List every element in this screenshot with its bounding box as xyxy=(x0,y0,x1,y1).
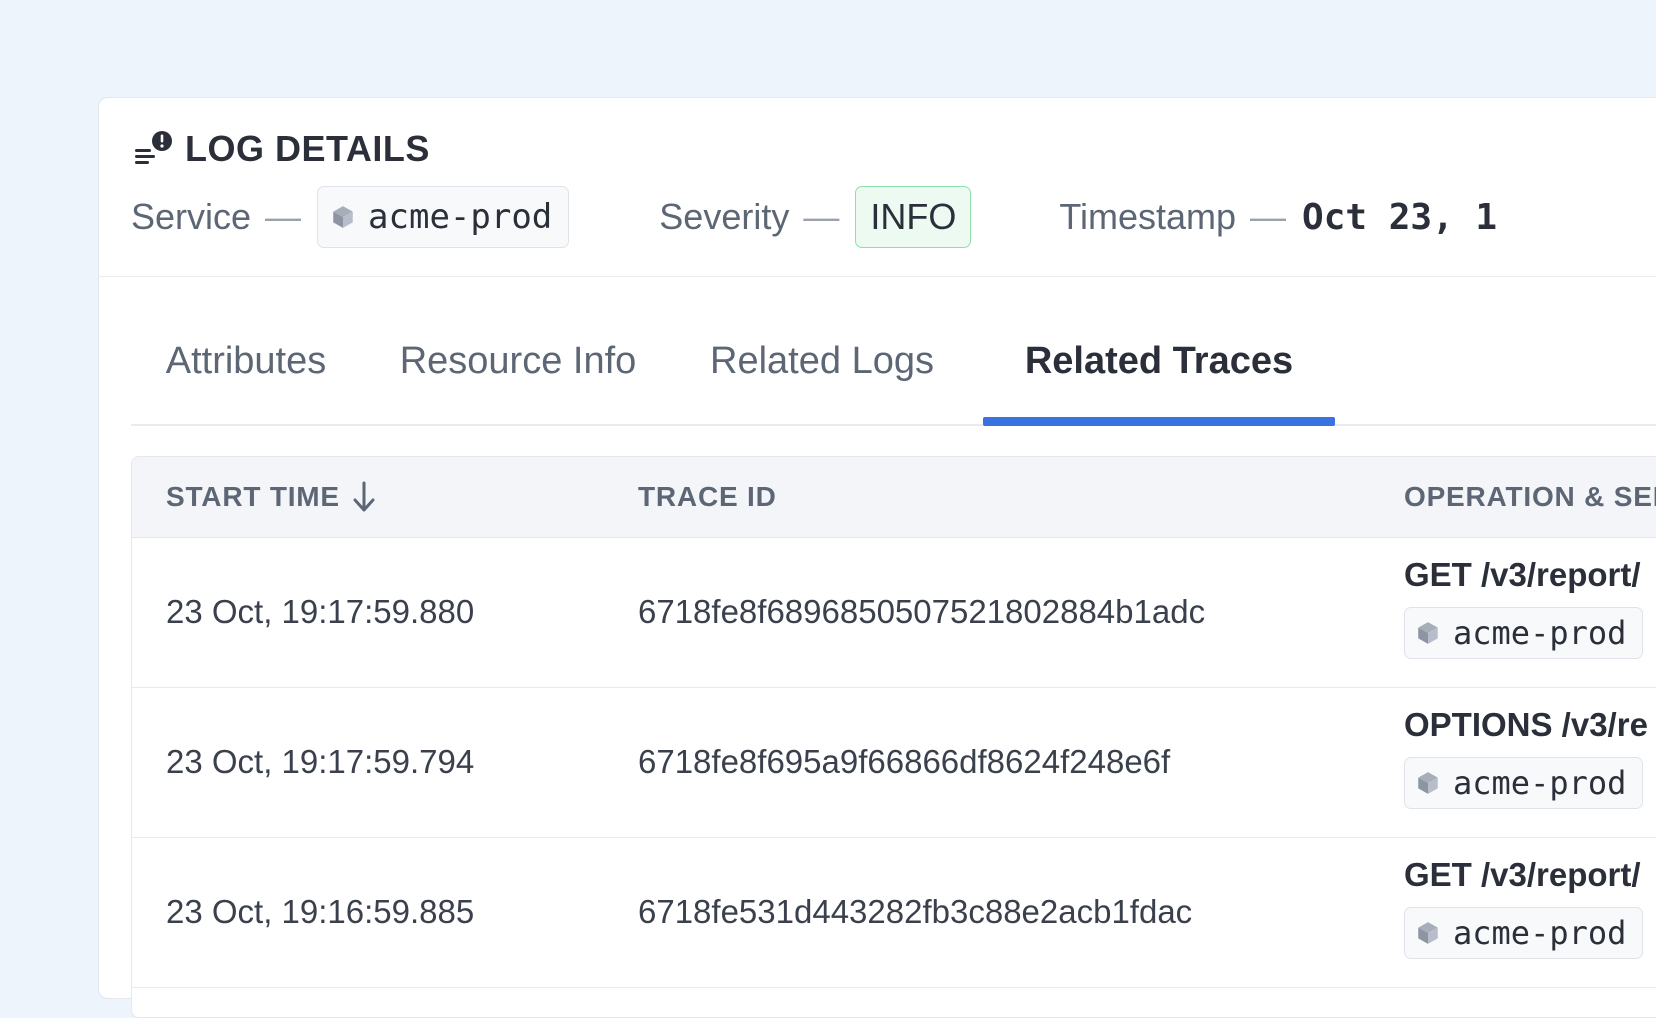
trace-id-cell[interactable]: 6718fe8f695a9f66866df8624f248e6f xyxy=(638,687,1170,837)
meta-row: Service — acme-prod Severity — INFO Time… xyxy=(131,186,1497,248)
operation-name: GET /v3/report/ xyxy=(1404,556,1641,593)
trace-id-cell[interactable]: 6718fe8f6896850507521802884b1adc xyxy=(638,537,1205,687)
severity-dash: — xyxy=(803,196,840,237)
service-chip[interactable]: acme-prod xyxy=(317,186,570,248)
severity-badge: INFO xyxy=(855,186,972,248)
operation-cell: GET /v3/report/ acme-prod xyxy=(1404,553,1644,659)
severity-label: Severity xyxy=(659,196,790,237)
tab-bar: Attributes Resource Info Related Logs Re… xyxy=(131,298,1656,426)
cube-icon xyxy=(1418,622,1438,644)
operation-cell: OPTIONS /v3/re acme-prod xyxy=(1404,703,1648,809)
service-label: Service xyxy=(131,196,252,237)
trace-id-cell[interactable]: 6718fe531d443282fb3c88e2acb1fdac xyxy=(638,837,1192,987)
service-chip[interactable]: acme-prod xyxy=(1404,757,1644,809)
tab-related-logs[interactable]: Related Logs xyxy=(687,298,957,424)
service-value: acme-prod xyxy=(1453,914,1627,952)
log-details-panel: LOG DETAILS Service — acme-prod Severity… xyxy=(98,97,1656,1018)
table-row[interactable]: 23 Oct, 19:17:59.794 6718fe8f695a9f66866… xyxy=(132,687,1656,838)
service-value: acme-prod xyxy=(1453,764,1627,802)
column-header-trace-id[interactable]: TRACE ID xyxy=(638,457,777,537)
service-dash: — xyxy=(265,196,302,237)
start-time-cell: 23 Oct, 19:16:59.885 xyxy=(166,893,475,930)
cube-icon xyxy=(1418,772,1438,794)
table-row[interactable]: 23 Oct, 19:16:59.885 6718fe531d443282fb3… xyxy=(132,837,1656,988)
start-time-cell: 23 Oct, 19:17:59.794 xyxy=(166,743,475,780)
column-header-start-time[interactable]: START TIME xyxy=(166,457,378,537)
start-time-cell: 23 Oct, 19:17:59.880 xyxy=(166,593,475,630)
cube-icon xyxy=(333,206,353,228)
tab-related-traces[interactable]: Related Traces xyxy=(983,298,1335,426)
title-row: LOG DETAILS xyxy=(133,128,430,170)
service-chip[interactable]: acme-prod xyxy=(1404,907,1644,959)
cube-icon xyxy=(1418,922,1438,944)
service-value: acme-prod xyxy=(1453,614,1627,652)
service-chip[interactable]: acme-prod xyxy=(1404,607,1644,659)
table-header: START TIME TRACE ID OPERATION & SER xyxy=(132,457,1656,538)
related-traces-table: START TIME TRACE ID OPERATION & SER 23 O… xyxy=(131,456,1656,1018)
service-value: acme-prod xyxy=(368,197,553,237)
log-details-header: LOG DETAILS Service — acme-prod Severity… xyxy=(99,98,1656,277)
tab-resource-info[interactable]: Resource Info xyxy=(375,298,661,424)
operation-cell: GET /v3/report/ acme-prod xyxy=(1404,853,1644,959)
tab-attributes[interactable]: Attributes xyxy=(131,298,361,424)
page-title: LOG DETAILS xyxy=(185,128,430,169)
table-row[interactable]: 23 Oct, 19:17:59.880 6718fe8f68968505075… xyxy=(132,537,1656,688)
arrow-down-icon[interactable] xyxy=(350,480,378,514)
timestamp-dash: — xyxy=(1250,196,1287,237)
column-header-operation[interactable]: OPERATION & SER xyxy=(1404,457,1656,537)
operation-name: OPTIONS /v3/re xyxy=(1404,706,1648,743)
log-alert-icon xyxy=(135,131,172,164)
timestamp-label: Timestamp xyxy=(1059,196,1237,237)
operation-name: GET /v3/report/ xyxy=(1404,856,1641,893)
timestamp-value: Oct 23, 1 xyxy=(1302,196,1498,238)
column-header-label: START TIME xyxy=(166,481,340,512)
